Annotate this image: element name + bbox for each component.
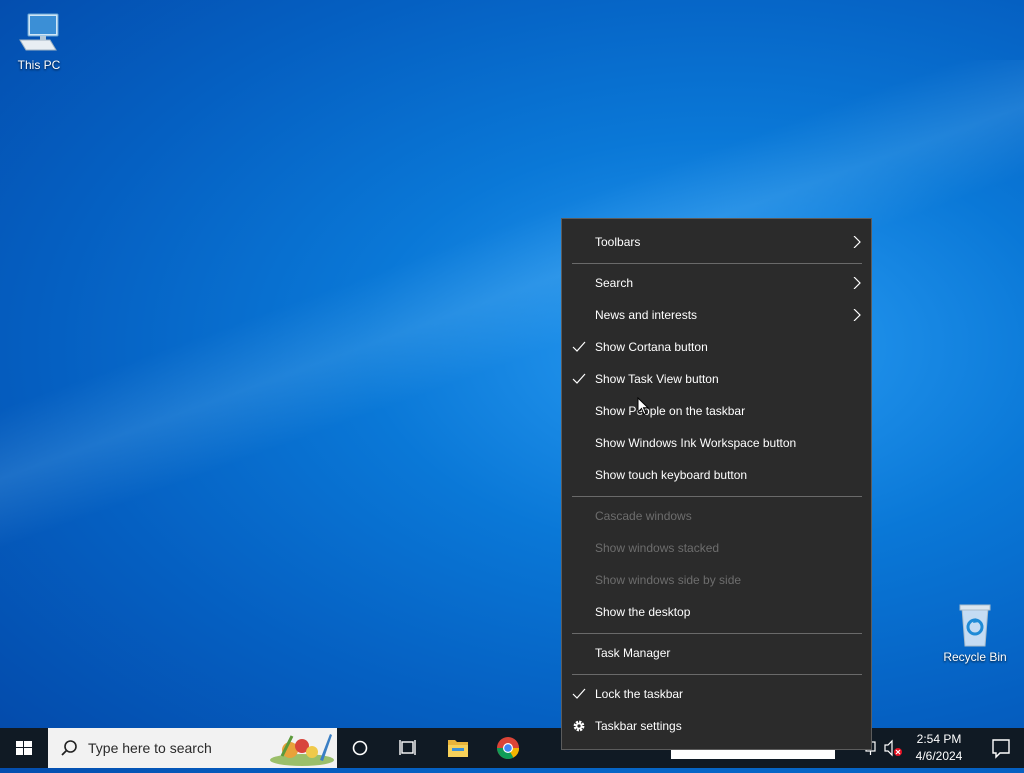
menu-item-show-desktop-label: Show the desktop <box>595 605 691 619</box>
volume-muted-icon <box>884 739 902 757</box>
menu-item-show-cortana-button[interactable]: Show Cortana button <box>562 332 871 362</box>
menu-item-task-manager-label: Task Manager <box>595 646 671 660</box>
menu-item-settings-label: Taskbar settings <box>595 719 682 733</box>
menu-item-show-touch-keyboard[interactable]: Show touch keyboard button <box>562 460 871 490</box>
chevron-right-icon <box>853 277 861 289</box>
menu-item-cortana-label: Show Cortana button <box>595 340 708 354</box>
menu-item-stacked-label: Show windows stacked <box>595 541 720 555</box>
taskbar-clock[interactable]: 2:54 PM 4/6/2024 <box>905 731 973 765</box>
file-explorer-folder-icon <box>448 740 468 757</box>
search-icon <box>61 740 77 756</box>
action-center-button[interactable] <box>978 728 1024 768</box>
this-pc-label: This PC <box>17 58 61 72</box>
file-explorer-taskbar-button[interactable] <box>436 728 480 768</box>
menu-item-show-windows-side-by-side: Show windows side by side <box>562 565 871 595</box>
chrome-icon <box>497 737 519 759</box>
windows-logo-icon <box>16 741 32 755</box>
task-view-button[interactable] <box>386 728 430 768</box>
recycle-bin-desktop-icon[interactable]: Recycle Bin <box>939 602 1011 664</box>
monitor-icon <box>19 13 59 51</box>
menu-separator <box>572 263 862 264</box>
menu-item-news-label: News and interests <box>595 308 698 322</box>
menu-item-show-the-desktop[interactable]: Show the desktop <box>562 597 871 627</box>
search-highlight-illustration-icon <box>270 734 334 766</box>
notification-icon <box>992 739 1010 759</box>
menu-item-show-ink-workspace[interactable]: Show Windows Ink Workspace button <box>562 428 871 458</box>
menu-item-ink-label: Show Windows Ink Workspace button <box>595 436 797 450</box>
menu-separator <box>572 633 862 634</box>
chevron-right-icon <box>853 309 861 321</box>
recycle-bin-icon <box>959 604 991 647</box>
task-view-icon <box>399 740 416 755</box>
volume-tray-icon-button[interactable] <box>882 728 904 768</box>
menu-item-search[interactable]: Search <box>562 268 871 298</box>
menu-separator <box>572 496 862 497</box>
clock-time: 2:54 PM <box>916 732 962 746</box>
menu-separator <box>572 674 862 675</box>
recycle-bin-label: Recycle Bin <box>943 650 1007 664</box>
menu-item-taskbar-settings[interactable]: Taskbar settings <box>562 711 871 741</box>
taskbar-search-box[interactable]: Type here to search <box>48 728 337 768</box>
menu-item-side-by-side-label: Show windows side by side <box>595 573 742 587</box>
checkmark-icon <box>572 373 586 384</box>
menu-item-cascade-label: Cascade windows <box>595 509 692 523</box>
taskbar-context-menu: Toolbars Search News and interests Show … <box>561 218 872 750</box>
menu-item-search-label: Search <box>595 276 634 290</box>
menu-item-people-label: Show People on the taskbar <box>595 404 746 418</box>
menu-item-show-task-view-button[interactable]: Show Task View button <box>562 364 871 394</box>
menu-item-cascade-windows: Cascade windows <box>562 501 871 531</box>
menu-item-show-people[interactable]: Show People on the taskbar <box>562 396 871 426</box>
mouse-cursor-icon <box>637 397 649 416</box>
menu-item-toolbars-label: Toolbars <box>595 235 641 249</box>
gear-icon <box>573 720 585 732</box>
menu-item-touch-keyboard-label: Show touch keyboard button <box>595 468 748 482</box>
menu-item-news-and-interests[interactable]: News and interests <box>562 300 871 330</box>
chrome-taskbar-button[interactable] <box>486 728 530 768</box>
menu-item-lock-label: Lock the taskbar <box>595 687 684 701</box>
start-button[interactable] <box>0 728 48 768</box>
menu-item-show-windows-stacked: Show windows stacked <box>562 533 871 563</box>
checkmark-icon <box>572 688 586 699</box>
cortana-circle-icon <box>352 740 368 756</box>
clock-date: 4/6/2024 <box>915 749 963 763</box>
menu-item-taskview-label: Show Task View button <box>595 372 719 386</box>
search-placeholder: Type here to search <box>88 740 212 756</box>
this-pc-desktop-icon[interactable]: This PC <box>3 10 75 72</box>
menu-item-toolbars[interactable]: Toolbars <box>562 227 871 257</box>
menu-item-lock-the-taskbar[interactable]: Lock the taskbar <box>562 679 871 709</box>
chevron-right-icon <box>853 236 861 248</box>
menu-item-task-manager[interactable]: Task Manager <box>562 638 871 668</box>
cortana-button[interactable] <box>338 728 382 768</box>
checkmark-icon <box>572 341 586 352</box>
